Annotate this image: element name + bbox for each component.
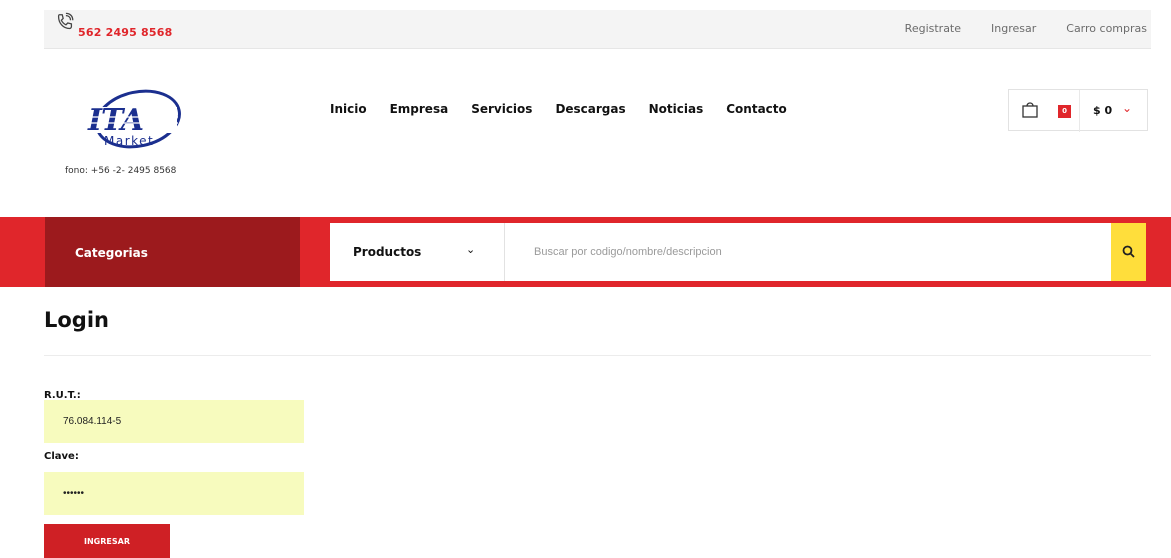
search-scope-select[interactable]: Productos ⌄ <box>330 223 505 281</box>
cart-total: $ 0 <box>1093 104 1113 117</box>
logo-subtext: Market <box>104 134 154 148</box>
ita-market-logo[interactable]: ITA Market <box>80 85 185 155</box>
nav-item-descargas[interactable]: Descargas <box>555 102 625 116</box>
top-bar: 562 2495 8568 Registrate Ingresar Carro … <box>44 10 1151 49</box>
search-scope-label: Productos <box>353 245 422 259</box>
top-links: Registrate Ingresar Carro compras <box>875 22 1147 35</box>
phone-icon <box>57 12 74 30</box>
logo-text: ITA <box>87 103 143 138</box>
login-link[interactable]: Ingresar <box>991 22 1036 35</box>
password-field[interactable] <box>44 472 304 515</box>
login-submit-button[interactable]: INGRESAR <box>44 524 170 558</box>
nav-item-noticias[interactable]: Noticias <box>649 102 704 116</box>
main-nav: Inicio Empresa Servicios Descargas Notic… <box>330 102 810 116</box>
nav-item-contacto[interactable]: Contacto <box>726 102 787 116</box>
search-input[interactable] <box>506 223 1096 281</box>
divider <box>44 355 1151 356</box>
shopping-cart-link[interactable]: Carro compras <box>1066 22 1147 35</box>
search-button[interactable] <box>1111 223 1146 281</box>
fono-text: fono: +56 -2- 2495 8568 <box>65 166 177 176</box>
clave-label: Clave: <box>44 451 79 462</box>
cart-divider <box>1079 90 1080 132</box>
chevron-down-icon: ⌄ <box>466 243 476 256</box>
categories-button[interactable]: Categorias <box>45 217 300 287</box>
chevron-down-icon[interactable]: ⌄ <box>1122 101 1132 115</box>
nav-item-inicio[interactable]: Inicio <box>330 102 367 116</box>
categories-label: Categorias <box>75 246 148 260</box>
rut-field[interactable] <box>44 400 304 443</box>
nav-item-empresa[interactable]: Empresa <box>390 102 449 116</box>
cart-widget[interactable]: 0 $ 0 ⌄ <box>1008 89 1148 132</box>
register-link[interactable]: Registrate <box>905 22 961 35</box>
nav-item-servicios[interactable]: Servicios <box>471 102 532 116</box>
phone-number: 562 2495 8568 <box>78 26 173 39</box>
search-icon <box>1122 245 1135 258</box>
cart-count-badge: 0 <box>1058 105 1071 118</box>
page-title: Login <box>44 308 109 332</box>
shopping-bag-icon <box>1022 102 1038 118</box>
search-box: Productos ⌄ <box>330 223 1146 281</box>
